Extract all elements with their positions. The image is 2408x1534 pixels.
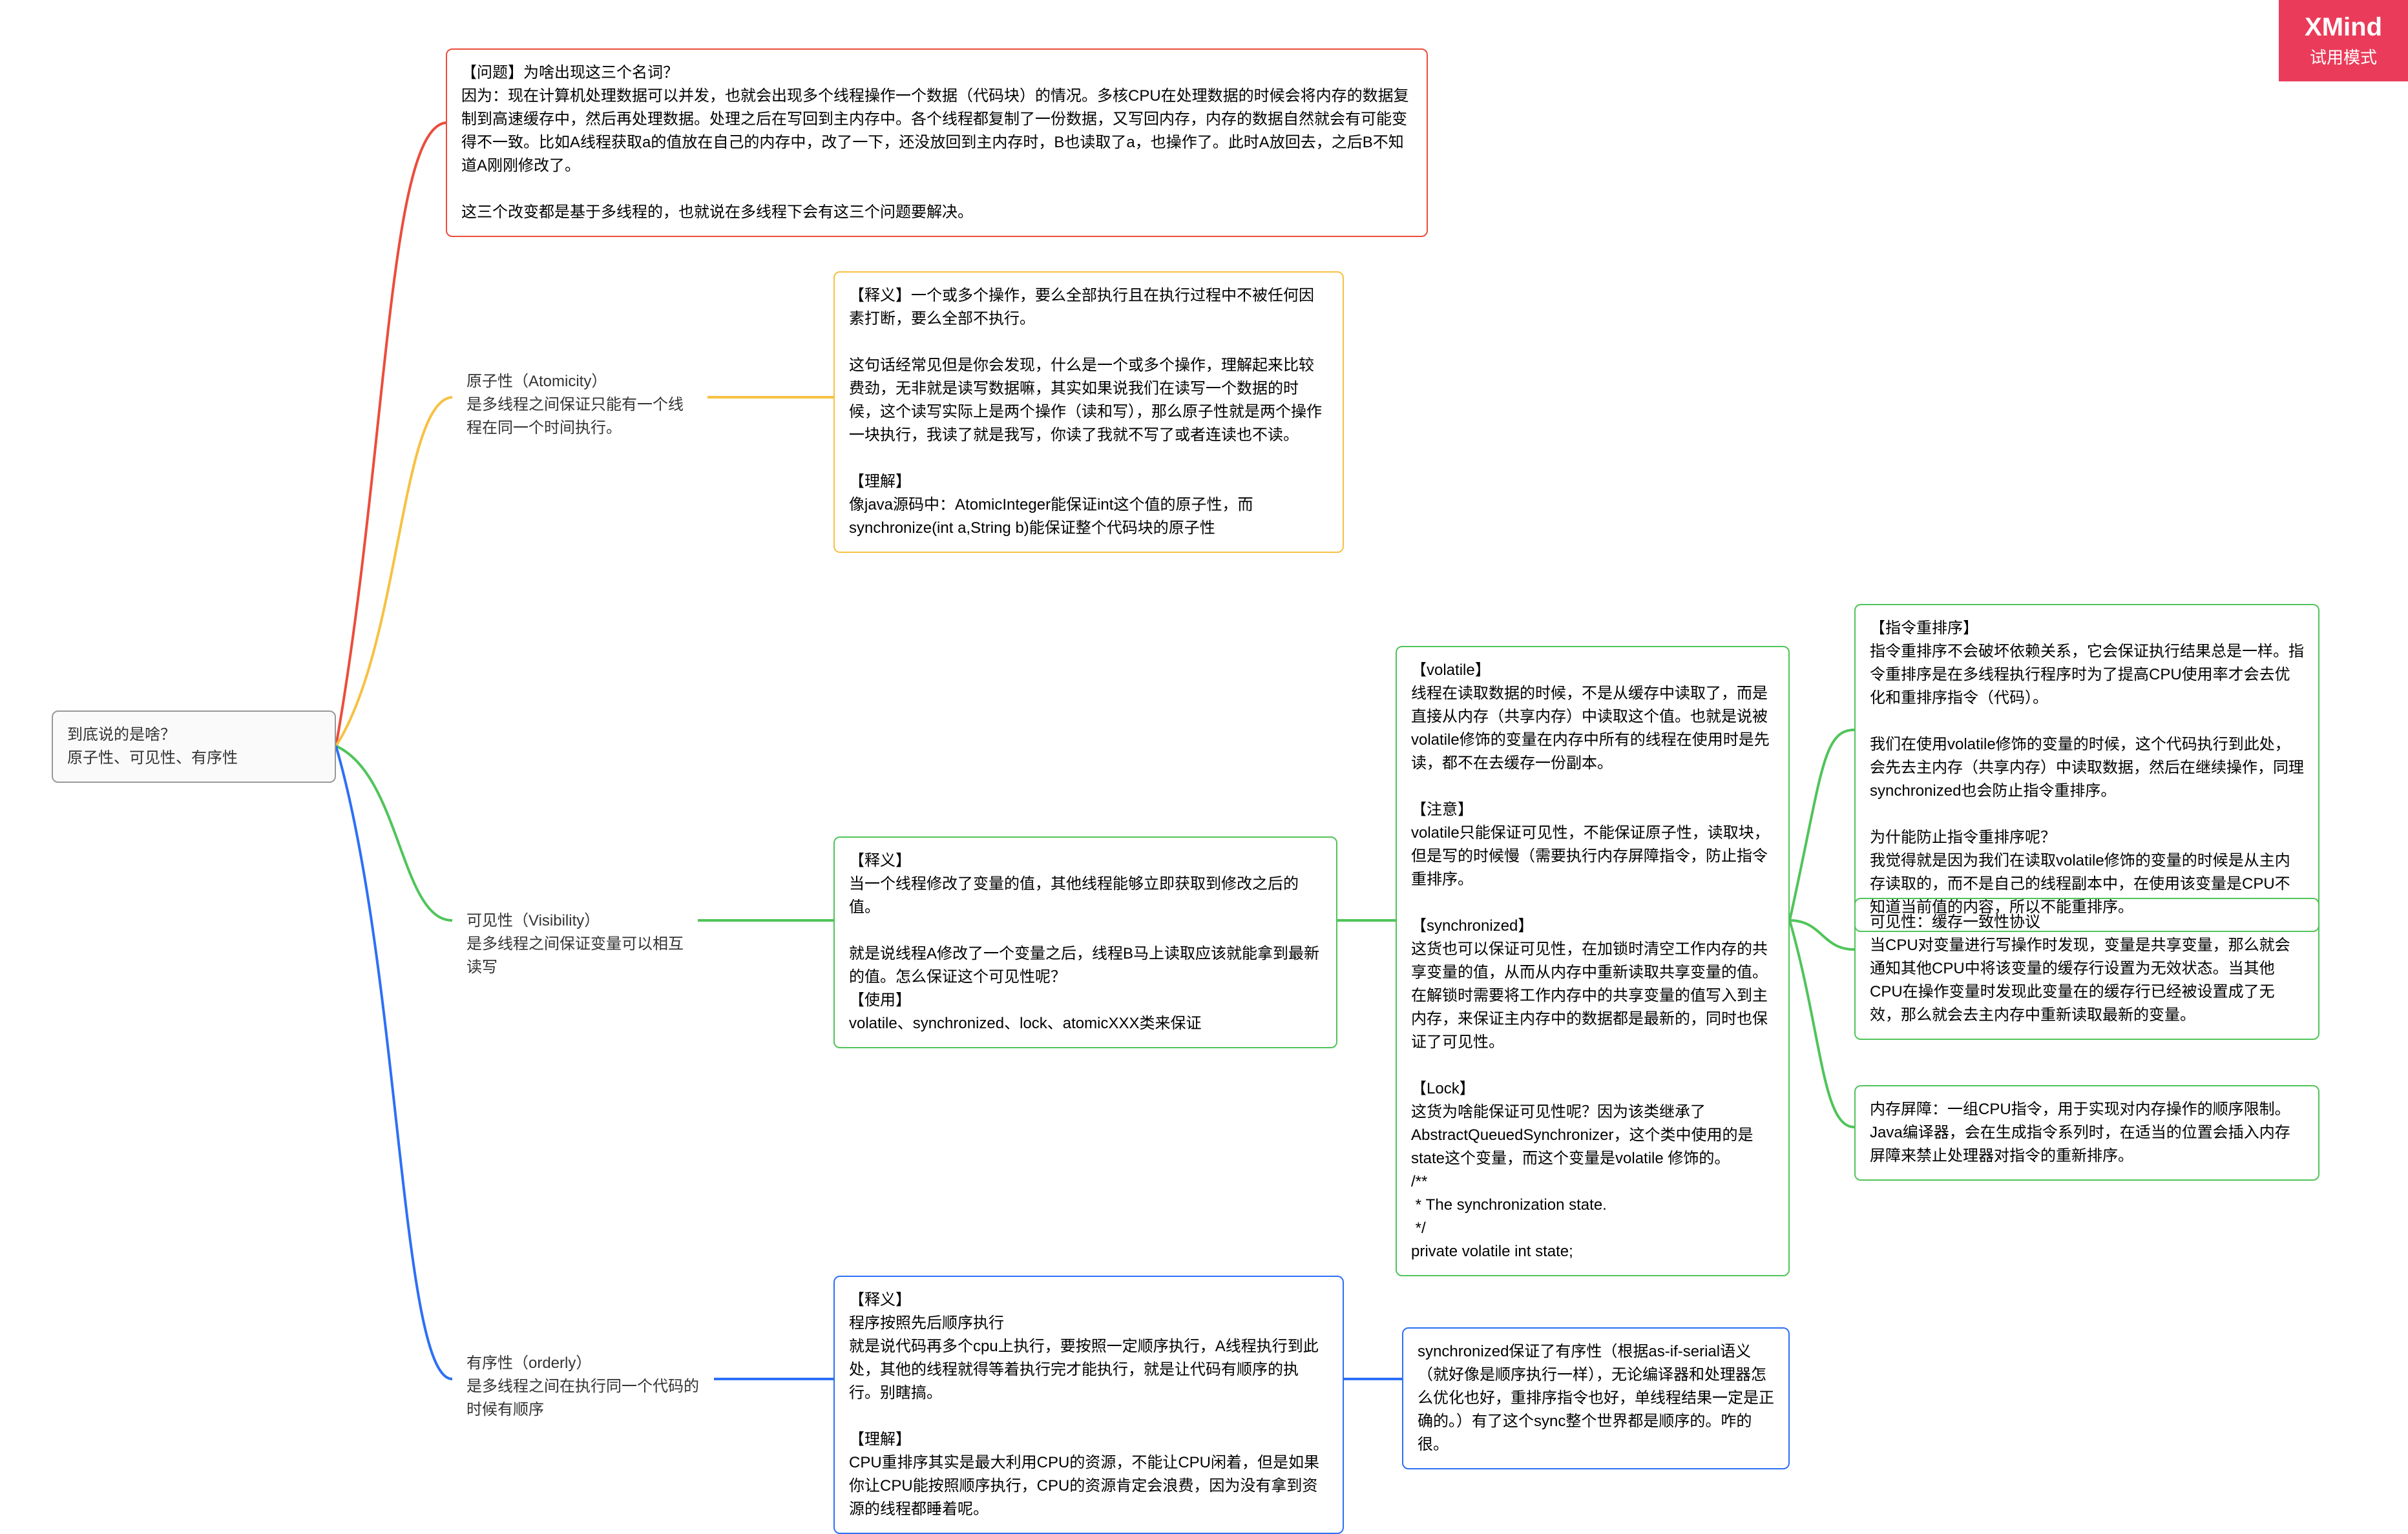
orderly-label[interactable]: 有序性（orderly） 是多线程之间在执行同一个代码的时候有顺序: [452, 1340, 717, 1433]
reorder-node[interactable]: 【指令重排序】 指令重排序不会破坏依赖关系，它会保证执行结果总是一样。指令重排序…: [1854, 604, 2319, 932]
watermark: XMind 试用模式: [2279, 0, 2408, 81]
visibility-label[interactable]: 可见性（Visibility） 是多线程之间保证变量可以相互读写: [452, 898, 698, 991]
visibility-desc[interactable]: 【释义】 当一个线程修改了变量的值，其他线程能够立即获取到修改之后的值。 就是说…: [833, 836, 1337, 1048]
problem-text: 【问题】为啥出现这三个名词？ 因为：现在计算机处理数据可以并发，也就会出现多个线…: [461, 64, 1409, 221]
root-text: 到底说的是啥？ 原子性、可见性、有序性: [67, 726, 238, 767]
orderly-desc[interactable]: 【释义】 程序按照先后顺序执行 就是说代码再多个cpu上执行，要按照一定顺序执行…: [833, 1276, 1344, 1534]
atomicity-label[interactable]: 原子性（Atomicity） 是多线程之间保证只能有一个线程在同一个时间执行。: [452, 358, 711, 451]
orderly-sync[interactable]: synchronized保证了有序性（根据as-if-serial语义（就好像是…: [1402, 1327, 1790, 1469]
trial-text: 试用模式: [2305, 45, 2382, 68]
atomicity-desc[interactable]: 【释义】一个或多个操作，要么全部执行且在执行过程中不被任何因素打断，要么全部不执…: [833, 271, 1344, 553]
problem-node[interactable]: 【问题】为啥出现这三个名词？ 因为：现在计算机处理数据可以并发，也就会出现多个线…: [446, 48, 1428, 237]
root-topic[interactable]: 到底说的是啥？ 原子性、可见性、有序性: [52, 710, 336, 783]
brand-text: XMind: [2305, 13, 2382, 42]
barrier-node[interactable]: 内存屏障：一组CPU指令，用于实现对内存操作的顺序限制。 Java编译器，会在生…: [1854, 1085, 2319, 1181]
volatile-node[interactable]: 【volatile】 线程在读取数据的时候，不是从缓存中读取了，而是直接从内存（…: [1396, 646, 1790, 1276]
cache-node[interactable]: 可见性：缓存一致性协议 当CPU对变量进行写操作时发现，变量是共享变量，那么就会…: [1854, 898, 2319, 1040]
